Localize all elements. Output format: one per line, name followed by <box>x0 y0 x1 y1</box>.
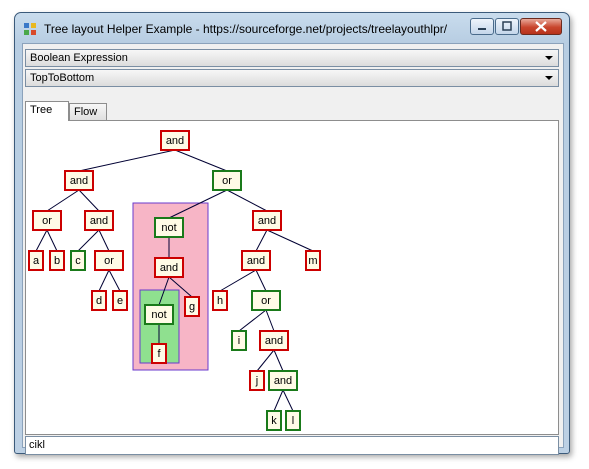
tree-edge <box>77 229 100 252</box>
direction-select[interactable]: TopToBottom <box>25 69 559 87</box>
tree-node-label: and <box>70 175 88 187</box>
tree-edge <box>255 269 267 292</box>
tree-edge <box>98 229 110 252</box>
tree-node-label: e <box>117 295 123 307</box>
tree-node-label: or <box>222 175 232 187</box>
tab-tree-label: Tree <box>30 104 53 116</box>
tree-node-label: c <box>75 255 81 267</box>
close-button[interactable] <box>520 18 562 35</box>
tree-node-label: or <box>261 295 271 307</box>
tree-edge <box>108 269 121 292</box>
tree-edge <box>255 229 268 252</box>
tree-edge <box>226 189 268 212</box>
close-icon <box>535 21 547 32</box>
tab-flow-label: Flow <box>74 106 98 118</box>
app-icon <box>24 23 36 35</box>
tree-edge <box>98 269 110 292</box>
status-field[interactable]: cikl <box>25 436 559 455</box>
tree-edge <box>273 389 284 412</box>
status-text: cikl <box>29 439 45 451</box>
window-title: Tree layout Helper Example - https://sou… <box>44 22 448 36</box>
chevron-down-icon <box>545 76 553 80</box>
tree-edge <box>219 269 257 292</box>
tree-node-label: b <box>54 255 60 267</box>
minimize-button[interactable] <box>470 18 494 35</box>
tab-tree[interactable]: Tree <box>25 101 69 121</box>
tree-node-label: k <box>271 415 277 427</box>
tree-node-label: not <box>161 222 176 234</box>
tree-node-label: and <box>265 335 283 347</box>
title-bar[interactable]: Tree layout Helper Example - https://sou… <box>15 13 569 43</box>
maximize-button[interactable] <box>495 18 519 35</box>
app-window: Tree layout Helper Example - https://sou… <box>14 12 570 455</box>
maximize-icon <box>502 21 512 31</box>
tree-edge <box>256 349 275 372</box>
tree-node-label: and <box>247 255 265 267</box>
tree-node-label: not <box>151 309 166 321</box>
tree-edge <box>46 229 58 252</box>
tree-node-label: g <box>189 301 195 313</box>
tree-panel: and and or or and a b c or d e not and not f g and and m h o… <box>25 120 559 435</box>
tree-edge <box>266 229 314 252</box>
tree-edge <box>78 149 176 172</box>
tree-type-value: Boolean Expression <box>30 52 128 64</box>
direction-value: TopToBottom <box>30 72 95 84</box>
tree-node-label: and <box>274 375 292 387</box>
tree-edge <box>35 229 48 252</box>
tree-node-label: or <box>104 255 114 267</box>
minimize-icon <box>478 28 486 30</box>
client-area: Boolean Expression TopToBottom Tree Flow… <box>22 43 564 455</box>
tree-node-label: a <box>33 255 40 267</box>
tree-node-label: j <box>255 375 258 387</box>
chevron-down-icon <box>545 56 553 60</box>
tree-node-label: and <box>258 215 276 227</box>
tree-edge <box>78 189 100 212</box>
tree-edge <box>273 349 284 372</box>
tab-flow[interactable]: Flow <box>69 103 107 121</box>
tree-node-label: and <box>166 135 184 147</box>
tree-edge <box>46 189 80 212</box>
tree-node-label: i <box>238 335 240 347</box>
tree-edge <box>265 309 275 332</box>
tree-canvas: andand oror anda b c ord enotandnotfgandand mh o… <box>28 130 321 431</box>
tree-node-label: d <box>96 295 102 307</box>
tree-node-label: and <box>160 262 178 274</box>
tree-node-label: l <box>292 415 294 427</box>
tree-node-label: h <box>217 295 223 307</box>
tree-node-label: m <box>308 255 317 267</box>
tree-edge <box>238 309 267 332</box>
tree-edge <box>174 149 228 172</box>
tree-edge <box>282 389 294 412</box>
tree-type-select[interactable]: Boolean Expression <box>25 49 559 67</box>
tree-node-label: and <box>90 215 108 227</box>
tree-node-label: or <box>42 215 52 227</box>
